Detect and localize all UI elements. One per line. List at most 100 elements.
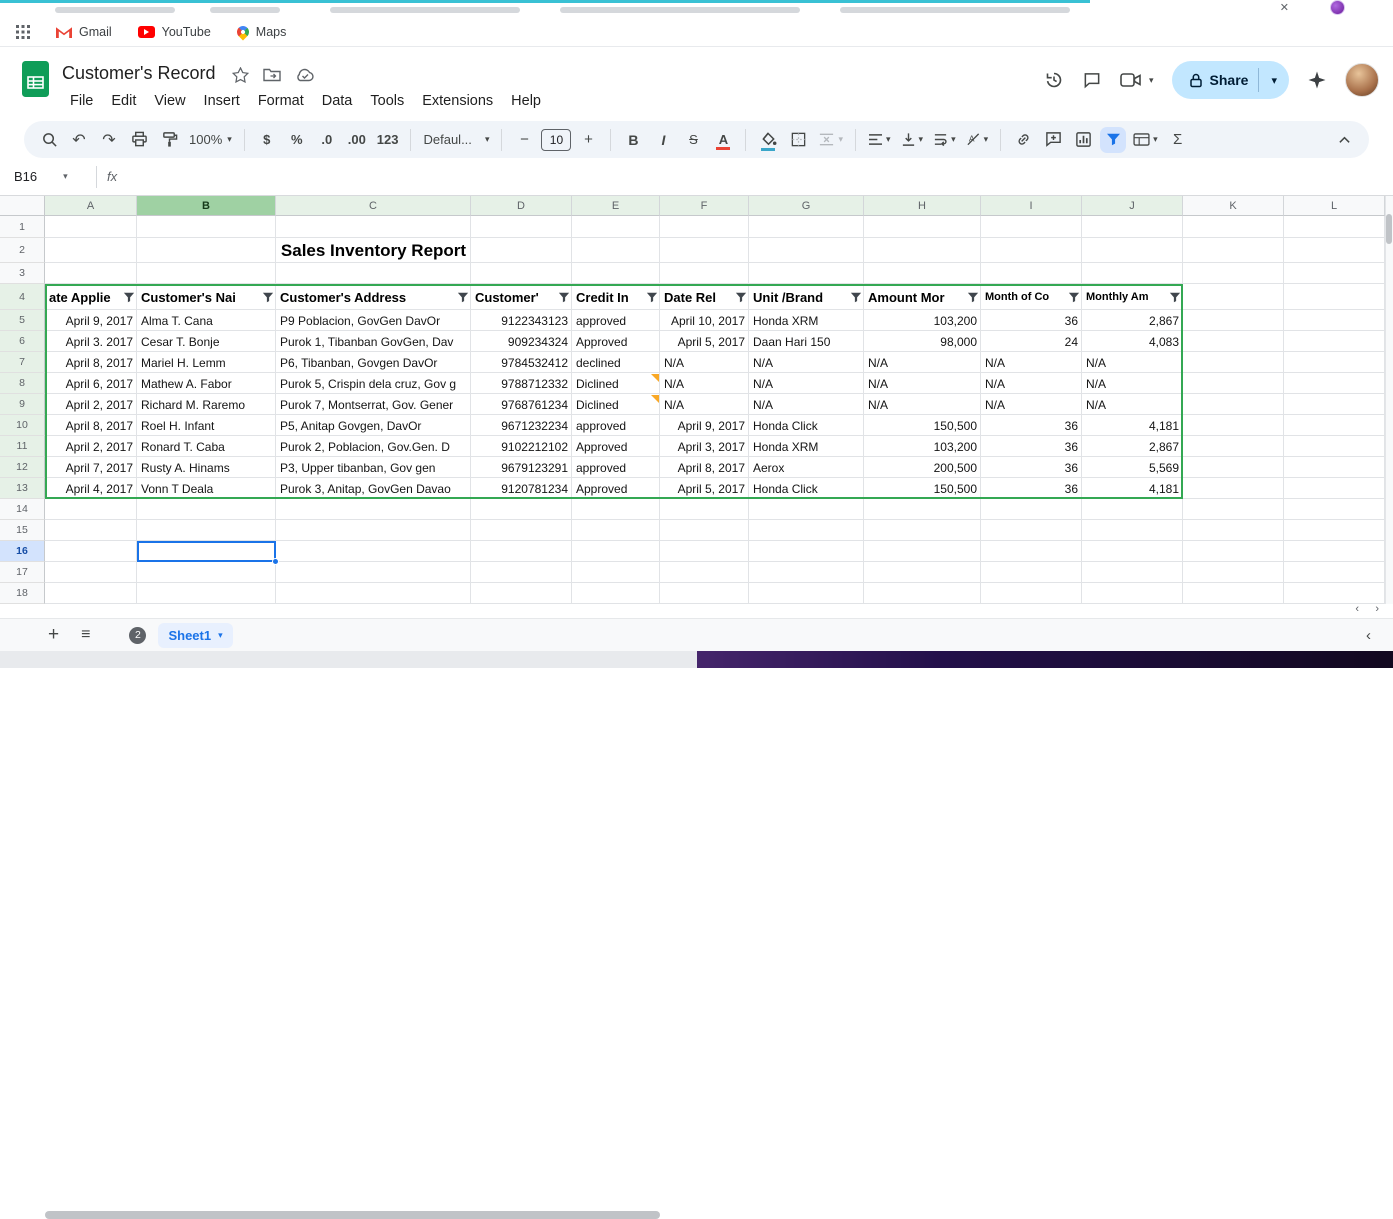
cell-F6[interactable]: April 5, 2017	[660, 331, 749, 352]
cell-G9[interactable]: N/A	[749, 394, 864, 415]
cell-J12[interactable]: 5,569	[1082, 457, 1183, 478]
vertical-scrollbar[interactable]	[1385, 196, 1393, 604]
column-header-D[interactable]: D	[471, 196, 572, 216]
filter-funnel-icon[interactable]	[262, 292, 274, 303]
cell-H7[interactable]: N/A	[864, 352, 981, 373]
cell-H12[interactable]: 200,500	[864, 457, 981, 478]
cell-D10[interactable]: 9671232234	[471, 415, 572, 436]
gemini-sparkle-icon[interactable]	[1307, 70, 1327, 90]
cell-G13[interactable]: Honda Click	[749, 478, 864, 499]
cell-C13[interactable]: Purok 3, Anitap, GovGen Davao	[276, 478, 471, 499]
column-header-K[interactable]: K	[1183, 196, 1284, 216]
row-header-7[interactable]: 7	[0, 352, 45, 373]
cell-B11[interactable]: Ronard T. Caba	[137, 436, 276, 457]
row-header-6[interactable]: 6	[0, 331, 45, 352]
filter-funnel-icon[interactable]	[457, 292, 469, 303]
text-rotation-button[interactable]: A ▾	[963, 127, 992, 153]
cell-D13[interactable]: 9120781234	[471, 478, 572, 499]
cell-I10[interactable]: 36	[981, 415, 1082, 436]
cell-J11[interactable]: 2,867	[1082, 436, 1183, 457]
cell-E5[interactable]: approved	[572, 310, 660, 331]
text-color-button[interactable]: A	[710, 127, 736, 153]
cell-J7[interactable]: N/A	[1082, 352, 1183, 373]
row-header-12[interactable]: 12	[0, 457, 45, 478]
cell-I6[interactable]: 24	[981, 331, 1082, 352]
row-header-8[interactable]: 8	[0, 373, 45, 394]
select-all-corner[interactable]	[0, 196, 45, 216]
zoom-select[interactable]: 100% ▾	[186, 127, 235, 153]
cell-E13[interactable]: Approved	[572, 478, 660, 499]
sheets-logo-icon[interactable]	[22, 61, 49, 97]
add-sheet-button[interactable]: +	[48, 624, 59, 646]
column-header-B[interactable]: B	[137, 196, 276, 216]
video-call-icon[interactable]: ▾	[1120, 72, 1154, 88]
cell-E8[interactable]: Diclined	[572, 373, 660, 394]
cell-I9[interactable]: N/A	[981, 394, 1082, 415]
cell-H5[interactable]: 103,200	[864, 310, 981, 331]
cell-B10[interactable]: Roel H. Infant	[137, 415, 276, 436]
font-select[interactable]: Defaul... ▾	[420, 127, 492, 153]
menu-extensions[interactable]: Extensions	[414, 90, 501, 112]
format-percent-button[interactable]: %	[284, 127, 310, 153]
redo-icon[interactable]: ↷	[96, 127, 122, 153]
tab-close-icon[interactable]: ✕	[1280, 1, 1289, 14]
header-cell-G4[interactable]: Unit /Brand	[749, 284, 864, 310]
cell-C11[interactable]: Purok 2, Poblacion, Gov.Gen. D	[276, 436, 471, 457]
tab-scroll-left-arrow[interactable]: ‹	[1366, 627, 1371, 644]
cell-G12[interactable]: Aerox	[749, 457, 864, 478]
cell-D12[interactable]: 9679123291	[471, 457, 572, 478]
undo-icon[interactable]: ↶	[66, 127, 92, 153]
cell-H8[interactable]: N/A	[864, 373, 981, 394]
share-dropdown-caret[interactable]: ▾	[1259, 61, 1289, 99]
row-header-16[interactable]: 16	[0, 541, 45, 562]
cell-F13[interactable]: April 5, 2017	[660, 478, 749, 499]
column-header-I[interactable]: I	[981, 196, 1082, 216]
cell-D7[interactable]: 9784532412	[471, 352, 572, 373]
bookmark-youtube[interactable]: YouTube	[138, 25, 211, 39]
cell-F8[interactable]: N/A	[660, 373, 749, 394]
column-header-F[interactable]: F	[660, 196, 749, 216]
cell-C8[interactable]: Purok 5, Crispin dela cruz, Gov g	[276, 373, 471, 394]
more-formats-button[interactable]: 123	[374, 127, 402, 153]
filter-funnel-icon[interactable]	[1068, 292, 1080, 303]
cell-C7[interactable]: P6, Tibanban, Govgen DavOr	[276, 352, 471, 373]
cell-I12[interactable]: 36	[981, 457, 1082, 478]
row-header-10[interactable]: 10	[0, 415, 45, 436]
menu-file[interactable]: File	[62, 90, 101, 112]
cell-C12[interactable]: P3, Upper tibanban, Gov gen	[276, 457, 471, 478]
row-header-18[interactable]: 18	[0, 583, 45, 604]
cloud-status-icon[interactable]	[295, 68, 315, 82]
row-header-14[interactable]: 14	[0, 499, 45, 520]
print-icon[interactable]	[126, 127, 152, 153]
note-indicator-icon[interactable]	[651, 395, 659, 403]
cell-F10[interactable]: April 9, 2017	[660, 415, 749, 436]
toolbar-search-icon[interactable]	[36, 127, 62, 153]
cell-A12[interactable]: April 7, 2017	[45, 457, 137, 478]
strikethrough-button[interactable]: S	[680, 127, 706, 153]
cell-H13[interactable]: 150,500	[864, 478, 981, 499]
row-header-2[interactable]: 2	[0, 238, 45, 263]
merge-cells-button[interactable]: ▾	[815, 127, 846, 153]
format-currency-button[interactable]: $	[254, 127, 280, 153]
cell-B9[interactable]: Richard M. Raremo	[137, 394, 276, 415]
cell-E11[interactable]: Approved	[572, 436, 660, 457]
vertical-scrollbar-thumb[interactable]	[1386, 214, 1392, 244]
cell-G5[interactable]: Honda XRM	[749, 310, 864, 331]
vertical-align-button[interactable]: ▾	[898, 127, 927, 153]
cell-A5[interactable]: April 9, 2017	[45, 310, 137, 331]
note-indicator-icon[interactable]	[651, 374, 659, 382]
row-header-17[interactable]: 17	[0, 562, 45, 583]
cell-E10[interactable]: approved	[572, 415, 660, 436]
paint-format-icon[interactable]	[156, 127, 182, 153]
apps-grid-icon[interactable]	[16, 25, 30, 39]
row-header-13[interactable]: 13	[0, 478, 45, 499]
cell-B8[interactable]: Mathew A. Fabor	[137, 373, 276, 394]
cell-H10[interactable]: 150,500	[864, 415, 981, 436]
filter-funnel-icon[interactable]	[1169, 292, 1181, 303]
cell-J13[interactable]: 4,181	[1082, 478, 1183, 499]
cell-B12[interactable]: Rusty A. Hinams	[137, 457, 276, 478]
cell-I5[interactable]: 36	[981, 310, 1082, 331]
filter-funnel-icon[interactable]	[967, 292, 979, 303]
header-cell-E4[interactable]: Credit In	[572, 284, 660, 310]
cell-C5[interactable]: P9 Poblacion, GovGen DavOr	[276, 310, 471, 331]
